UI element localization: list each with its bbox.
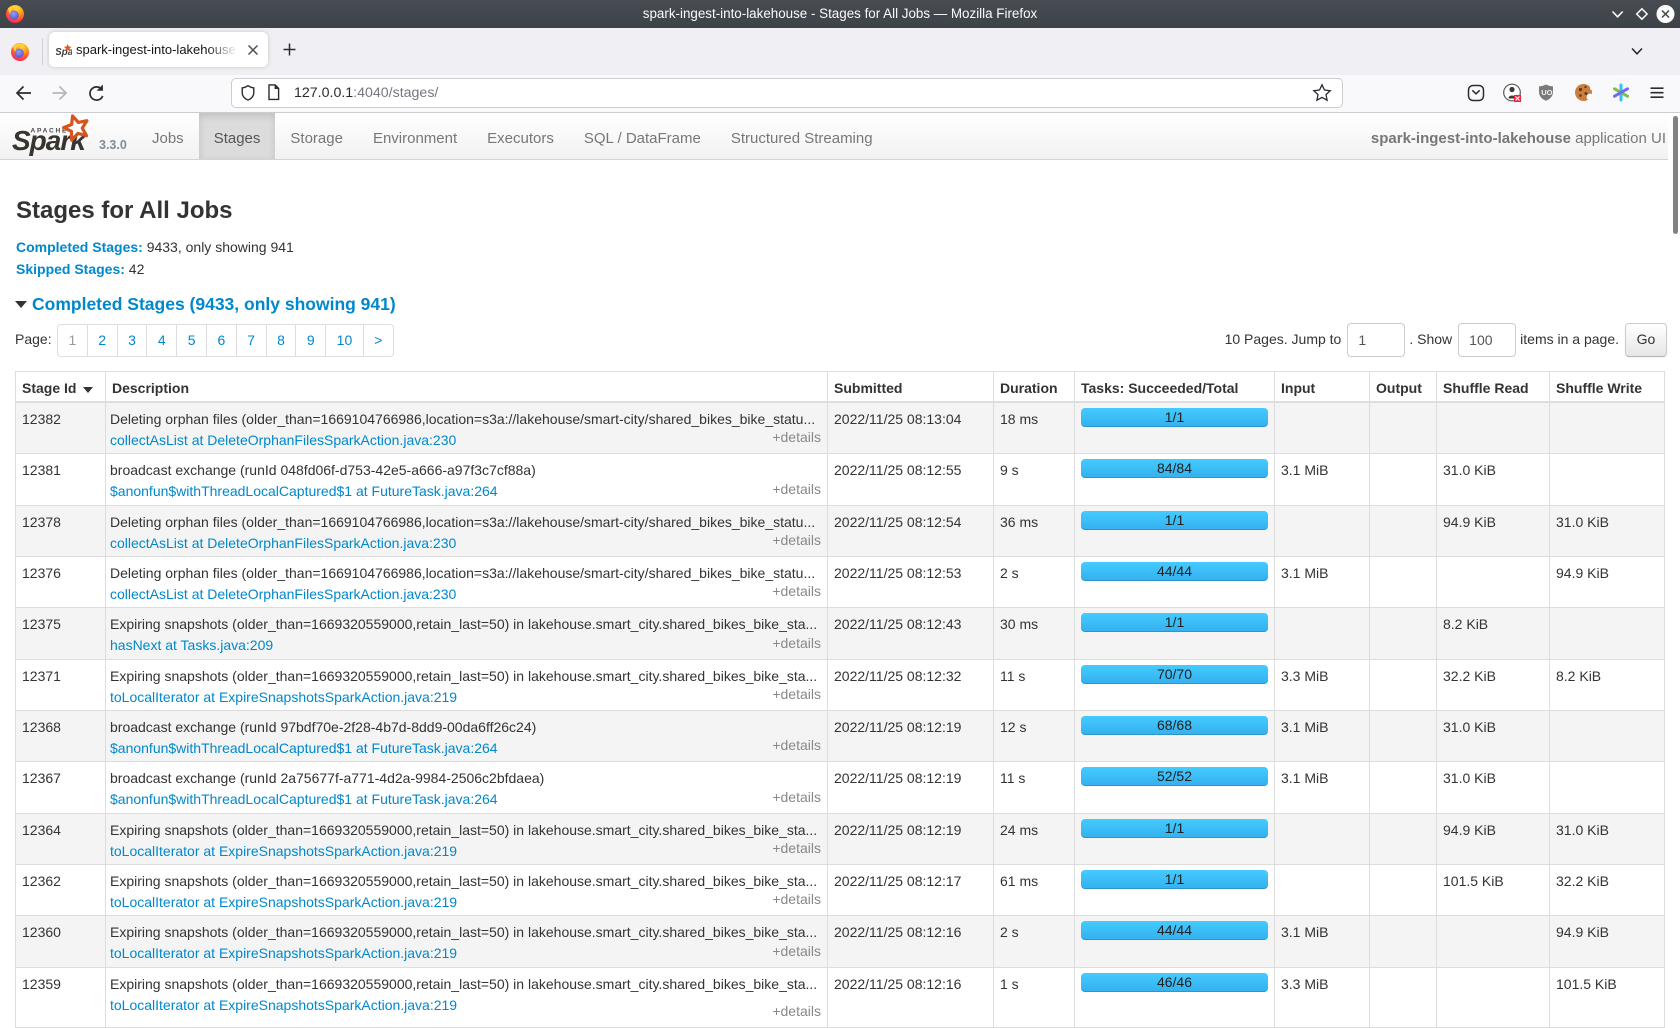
svg-text:UO: UO <box>1541 88 1552 97</box>
